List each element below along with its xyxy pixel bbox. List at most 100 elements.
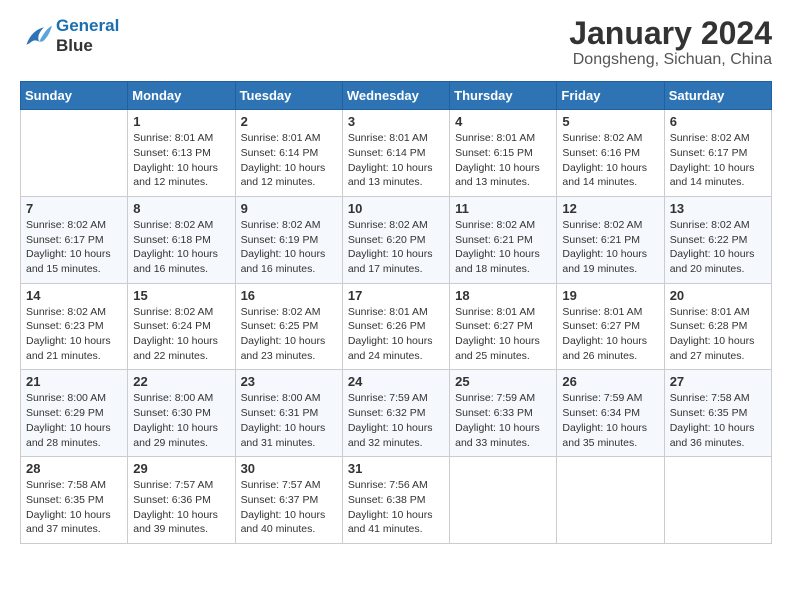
day-info: Sunrise: 8:02 AMSunset: 6:22 PMDaylight:… — [670, 218, 766, 277]
logo: General Blue — [20, 16, 119, 55]
day-number: 29 — [133, 461, 229, 476]
day-info: Sunrise: 8:02 AMSunset: 6:24 PMDaylight:… — [133, 305, 229, 364]
calendar-week-row: 21 Sunrise: 8:00 AMSunset: 6:29 PMDayligh… — [21, 370, 772, 457]
calendar-cell: 10 Sunrise: 8:02 AMSunset: 6:20 PMDayligh… — [342, 196, 449, 283]
calendar-cell: 23 Sunrise: 8:00 AMSunset: 6:31 PMDayligh… — [235, 370, 342, 457]
day-info: Sunrise: 7:59 AMSunset: 6:32 PMDaylight:… — [348, 391, 444, 450]
calendar-cell: 1 Sunrise: 8:01 AMSunset: 6:13 PMDaylight… — [128, 110, 235, 197]
day-number: 19 — [562, 288, 658, 303]
day-info: Sunrise: 8:00 AMSunset: 6:30 PMDaylight:… — [133, 391, 229, 450]
day-info: Sunrise: 8:02 AMSunset: 6:17 PMDaylight:… — [670, 131, 766, 190]
calendar-week-row: 1 Sunrise: 8:01 AMSunset: 6:13 PMDaylight… — [21, 110, 772, 197]
day-info: Sunrise: 8:02 AMSunset: 6:25 PMDaylight:… — [241, 305, 337, 364]
day-info: Sunrise: 7:59 AMSunset: 6:33 PMDaylight:… — [455, 391, 551, 450]
day-number: 21 — [26, 374, 122, 389]
logo-bird-icon — [20, 22, 52, 50]
day-number: 16 — [241, 288, 337, 303]
calendar-cell: 17 Sunrise: 8:01 AMSunset: 6:26 PMDayligh… — [342, 283, 449, 370]
page: General Blue January 2024 Dongsheng, Sic… — [0, 0, 792, 564]
day-number: 7 — [26, 201, 122, 216]
calendar-cell: 26 Sunrise: 7:59 AMSunset: 6:34 PMDayligh… — [557, 370, 664, 457]
day-number: 8 — [133, 201, 229, 216]
day-info: Sunrise: 8:02 AMSunset: 6:20 PMDaylight:… — [348, 218, 444, 277]
day-info: Sunrise: 8:02 AMSunset: 6:17 PMDaylight:… — [26, 218, 122, 277]
day-info: Sunrise: 8:02 AMSunset: 6:18 PMDaylight:… — [133, 218, 229, 277]
calendar-header-monday: Monday — [128, 82, 235, 110]
calendar-cell: 5Sunrise: 8:02 AMSunset: 6:16 PMDaylight… — [557, 110, 664, 197]
calendar-cell: 29 Sunrise: 7:57 AMSunset: 6:36 PMDayligh… — [128, 457, 235, 544]
day-info: Sunrise: 8:01 AMSunset: 6:13 PMDaylight:… — [133, 131, 229, 190]
calendar-cell: 24 Sunrise: 7:59 AMSunset: 6:32 PMDayligh… — [342, 370, 449, 457]
day-number: 6 — [670, 114, 766, 129]
day-info: Sunrise: 7:56 AMSunset: 6:38 PMDaylight:… — [348, 478, 444, 537]
calendar-cell: 4Sunrise: 8:01 AMSunset: 6:15 PMDaylight… — [450, 110, 557, 197]
day-info: Sunrise: 7:58 AMSunset: 6:35 PMDaylight:… — [26, 478, 122, 537]
calendar-cell: 19 Sunrise: 8:01 AMSunset: 6:27 PMDayligh… — [557, 283, 664, 370]
day-info: Sunrise: 8:01 AMSunset: 6:14 PMDaylight:… — [348, 131, 444, 190]
calendar-cell: 8 Sunrise: 8:02 AMSunset: 6:18 PMDaylight… — [128, 196, 235, 283]
calendar-cell — [450, 457, 557, 544]
day-number: 20 — [670, 288, 766, 303]
calendar-cell: 20Sunrise: 8:01 AMSunset: 6:28 PMDayligh… — [664, 283, 771, 370]
day-info: Sunrise: 8:00 AMSunset: 6:29 PMDaylight:… — [26, 391, 122, 450]
day-number: 23 — [241, 374, 337, 389]
calendar-cell: 11Sunrise: 8:02 AMSunset: 6:21 PMDayligh… — [450, 196, 557, 283]
calendar-cell: 27 Sunrise: 7:58 AMSunset: 6:35 PMDayligh… — [664, 370, 771, 457]
day-number: 24 — [348, 374, 444, 389]
day-info: Sunrise: 8:02 AMSunset: 6:21 PMDaylight:… — [562, 218, 658, 277]
day-info: Sunrise: 8:01 AMSunset: 6:27 PMDaylight:… — [455, 305, 551, 364]
calendar-subtitle: Dongsheng, Sichuan, China — [569, 51, 772, 69]
calendar-cell: 9 Sunrise: 8:02 AMSunset: 6:19 PMDaylight… — [235, 196, 342, 283]
day-number: 11 — [455, 201, 551, 216]
calendar-cell: 14Sunrise: 8:02 AMSunset: 6:23 PMDayligh… — [21, 283, 128, 370]
day-info: Sunrise: 8:02 AMSunset: 6:19 PMDaylight:… — [241, 218, 337, 277]
calendar-header-thursday: Thursday — [450, 82, 557, 110]
day-number: 13 — [670, 201, 766, 216]
day-number: 12 — [562, 201, 658, 216]
calendar-header-tuesday: Tuesday — [235, 82, 342, 110]
day-number: 10 — [348, 201, 444, 216]
day-number: 22 — [133, 374, 229, 389]
calendar-cell: 28 Sunrise: 7:58 AMSunset: 6:35 PMDayligh… — [21, 457, 128, 544]
day-number: 28 — [26, 461, 122, 476]
day-info: Sunrise: 7:59 AMSunset: 6:34 PMDaylight:… — [562, 391, 658, 450]
day-number: 17 — [348, 288, 444, 303]
calendar-cell: 22 Sunrise: 8:00 AMSunset: 6:30 PMDayligh… — [128, 370, 235, 457]
day-number: 30 — [241, 461, 337, 476]
calendar-week-row: 14Sunrise: 8:02 AMSunset: 6:23 PMDayligh… — [21, 283, 772, 370]
calendar-cell: 30Sunrise: 7:57 AMSunset: 6:37 PMDayligh… — [235, 457, 342, 544]
calendar-cell: 21 Sunrise: 8:00 AMSunset: 6:29 PMDayligh… — [21, 370, 128, 457]
calendar-table: SundayMondayTuesdayWednesdayThursdayFrid… — [20, 81, 772, 544]
day-number: 5 — [562, 114, 658, 129]
day-info: Sunrise: 8:00 AMSunset: 6:31 PMDaylight:… — [241, 391, 337, 450]
day-number: 1 — [133, 114, 229, 129]
day-number: 31 — [348, 461, 444, 476]
day-info: Sunrise: 8:01 AMSunset: 6:14 PMDaylight:… — [241, 131, 337, 190]
day-info: Sunrise: 7:58 AMSunset: 6:35 PMDaylight:… — [670, 391, 766, 450]
calendar-header-wednesday: Wednesday — [342, 82, 449, 110]
day-number: 26 — [562, 374, 658, 389]
calendar-cell: 16 Sunrise: 8:02 AMSunset: 6:25 PMDayligh… — [235, 283, 342, 370]
title-block: January 2024 Dongsheng, Sichuan, China — [569, 16, 772, 69]
calendar-cell: 25 Sunrise: 7:59 AMSunset: 6:33 PMDayligh… — [450, 370, 557, 457]
calendar-cell — [664, 457, 771, 544]
day-number: 4 — [455, 114, 551, 129]
calendar-cell — [557, 457, 664, 544]
day-number: 25 — [455, 374, 551, 389]
day-info: Sunrise: 7:57 AMSunset: 6:36 PMDaylight:… — [133, 478, 229, 537]
day-number: 27 — [670, 374, 766, 389]
calendar-cell: 13 Sunrise: 8:02 AMSunset: 6:22 PMDayligh… — [664, 196, 771, 283]
calendar-title: January 2024 — [569, 16, 772, 51]
calendar-cell: 15Sunrise: 8:02 AMSunset: 6:24 PMDayligh… — [128, 283, 235, 370]
day-number: 9 — [241, 201, 337, 216]
day-number: 18 — [455, 288, 551, 303]
calendar-cell: 3Sunrise: 8:01 AMSunset: 6:14 PMDaylight… — [342, 110, 449, 197]
calendar-header-row: SundayMondayTuesdayWednesdayThursdayFrid… — [21, 82, 772, 110]
calendar-week-row: 7 Sunrise: 8:02 AMSunset: 6:17 PMDaylight… — [21, 196, 772, 283]
calendar-week-row: 28 Sunrise: 7:58 AMSunset: 6:35 PMDayligh… — [21, 457, 772, 544]
day-info: Sunrise: 8:01 AMSunset: 6:26 PMDaylight:… — [348, 305, 444, 364]
day-number: 2 — [241, 114, 337, 129]
calendar-header-sunday: Sunday — [21, 82, 128, 110]
day-info: Sunrise: 8:01 AMSunset: 6:27 PMDaylight:… — [562, 305, 658, 364]
calendar-header-friday: Friday — [557, 82, 664, 110]
